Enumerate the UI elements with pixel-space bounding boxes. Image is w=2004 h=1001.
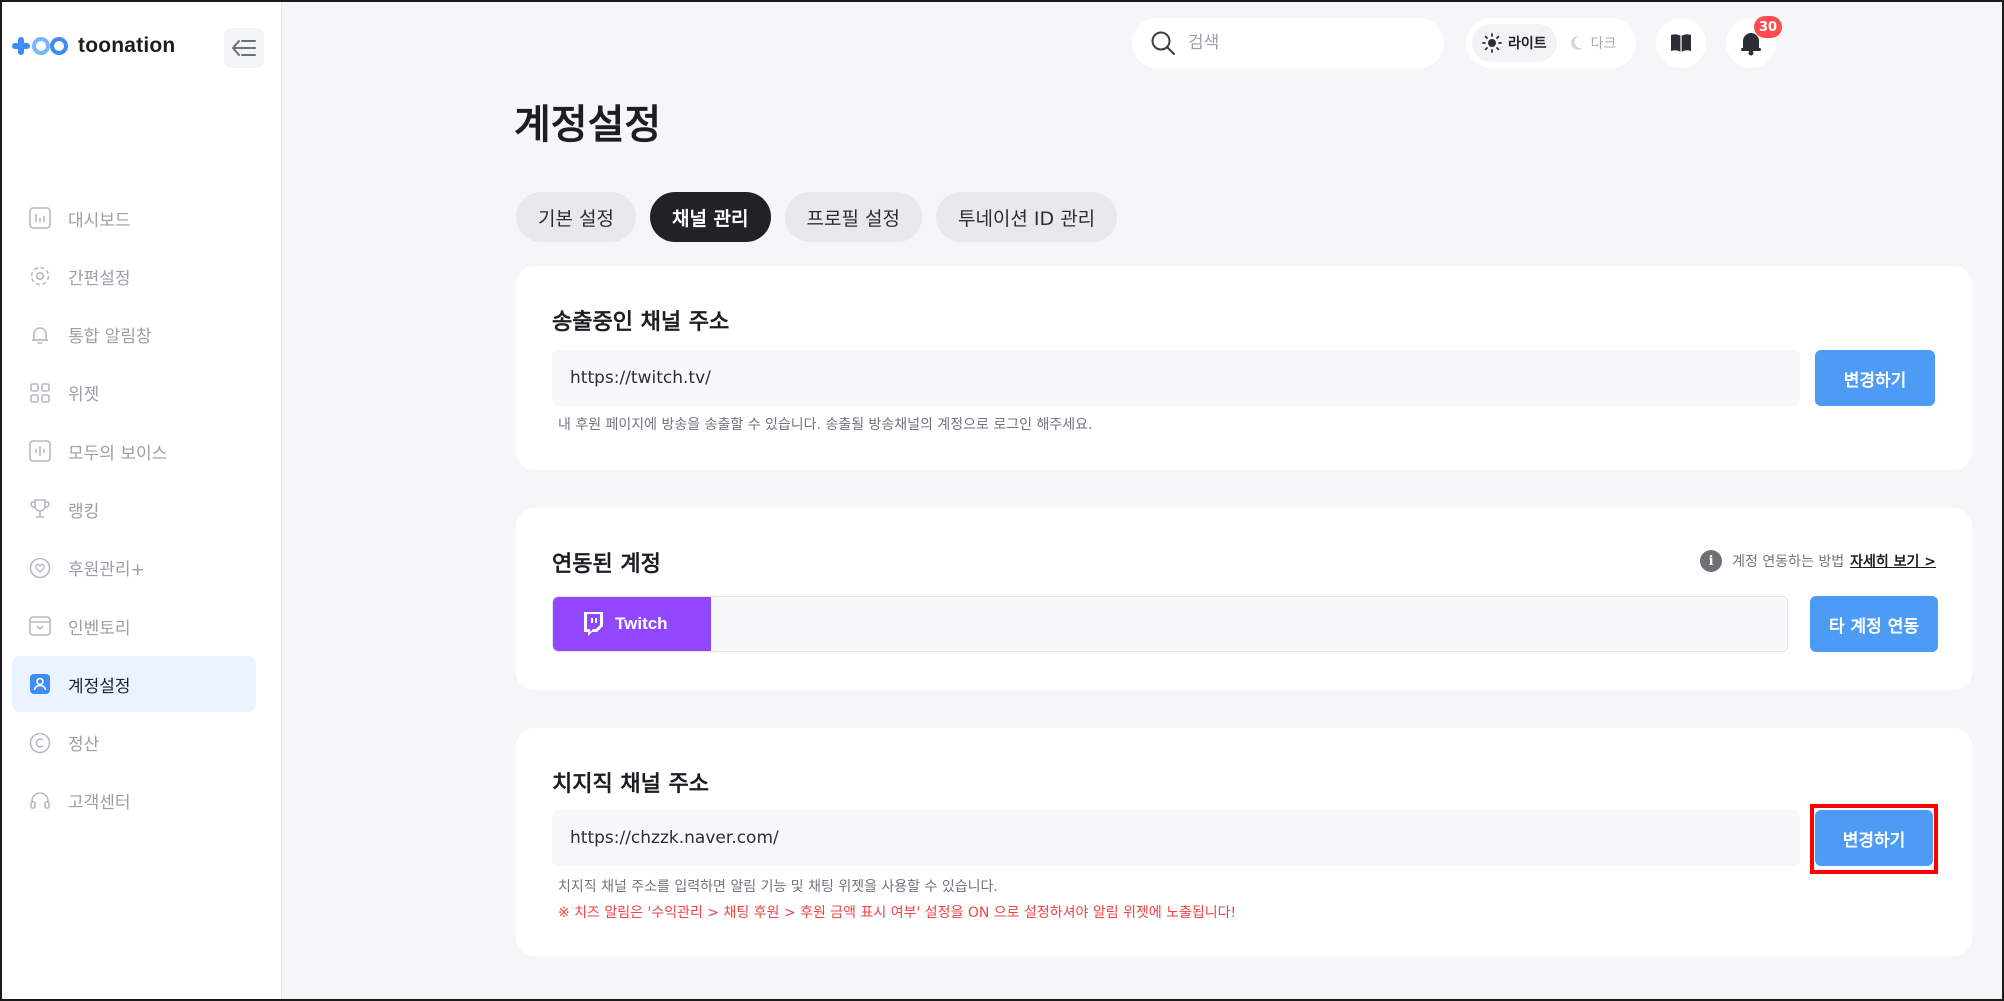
theme-light-option[interactable]: 라이트 <box>1472 24 1557 62</box>
brand-name: toonation <box>78 34 176 57</box>
logo[interactable]: toonation <box>12 34 175 58</box>
grid-icon <box>28 381 52 405</box>
howto-text: 계정 연동하는 방법 <box>1732 554 1845 570</box>
change-broadcast-button[interactable]: 변경하기 <box>1815 350 1935 406</box>
inventory-icon <box>28 614 52 638</box>
user-icon <box>28 672 52 696</box>
link-howto: i 계정 연동하는 방법 자세히 보기 > <box>1700 550 1936 572</box>
twitch-account-tag[interactable]: Twitch <box>553 597 711 651</box>
heart-icon <box>28 556 52 580</box>
sidebar-item-donations[interactable]: 후원관리+ <box>12 540 256 596</box>
broadcast-help-text: 내 후원 페이지에 방송을 송출할 수 있습니다. 송출될 방송채널의 계정으로… <box>558 417 1093 433</box>
tab-channel-management[interactable]: 채널 관리 <box>649 192 771 242</box>
theme-toggle: 라이트 다크 <box>1466 18 1636 68</box>
linked-accounts-card: 연동된 계정 i 계정 연동하는 방법 자세히 보기 > Twitch 타 계정… <box>516 508 1972 690</box>
sidebar-nav: 대시보드 간편설정 통합 알림창 위젯 모두의 보이스 랭킹 후원관리+ 인벤토… <box>12 190 256 831</box>
search-icon <box>1151 31 1175 55</box>
collapse-sidebar-button[interactable] <box>224 28 264 68</box>
sidebar: toonation 대시보드 간편설정 통합 알림창 위젯 모두의 보이스 랭킹… <box>2 2 282 999</box>
twitch-icon <box>584 612 603 636</box>
sun-icon <box>1482 33 1502 53</box>
headset-icon <box>28 789 52 813</box>
guide-book-button[interactable] <box>1656 18 1706 68</box>
trophy-icon <box>28 497 52 521</box>
sidebar-item-label: 고객센터 <box>68 793 131 814</box>
info-icon: i <box>1700 550 1723 572</box>
sidebar-item-label: 통합 알림창 <box>68 327 152 348</box>
sidebar-item-account-settings[interactable]: 계정설정 <box>12 656 256 713</box>
sidebar-item-settlement[interactable]: 정산 <box>12 715 256 771</box>
tab-profile-settings[interactable]: 프로필 설정 <box>784 192 922 242</box>
sidebar-item-widget[interactable]: 위젯 <box>12 365 256 421</box>
bell-icon <box>28 323 52 347</box>
sidebar-item-ranking[interactable]: 랭킹 <box>12 481 256 537</box>
sidebar-item-label: 간편설정 <box>68 268 131 289</box>
theme-dark-label: 다크 <box>1590 36 1617 52</box>
settings-tabs: 기본 설정 채널 관리 프로필 설정 투네이션 ID 관리 <box>516 192 1118 242</box>
change-chzzk-button[interactable]: 변경하기 <box>1815 810 1933 866</box>
sidebar-item-label: 모두의 보이스 <box>68 443 168 464</box>
moon-icon <box>1570 35 1583 50</box>
sidebar-item-label: 대시보드 <box>68 210 131 231</box>
notifications-button[interactable]: 30 <box>1726 16 1783 68</box>
theme-dark-option[interactable]: 다크 <box>1557 24 1627 62</box>
chzzk-channel-card: 치지직 채널 주소 https://chzzk.naver.com/ 변경하기 … <box>516 728 1972 956</box>
sidebar-item-label: 계정설정 <box>68 676 131 697</box>
twitch-label: Twitch <box>615 614 668 633</box>
tab-toonation-id[interactable]: 투네이션 ID 관리 <box>935 192 1118 242</box>
page-title: 계정설정 <box>514 102 662 148</box>
link-other-account-button[interactable]: 타 계정 연동 <box>1810 596 1938 652</box>
search-bar[interactable] <box>1132 18 1444 68</box>
chzzk-help-text: 치지직 채널 주소를 입력하면 알림 기능 및 채팅 위젯을 사용할 수 있습니… <box>558 879 998 895</box>
collapse-icon <box>232 40 256 56</box>
card-title: 송출중인 채널 주소 <box>552 310 730 335</box>
sidebar-item-voice[interactable]: 모두의 보이스 <box>12 423 256 479</box>
chzzk-url-value: https://chzzk.naver.com/ <box>570 828 779 848</box>
voice-icon <box>28 439 52 463</box>
sidebar-item-quick-settings[interactable]: 간편설정 <box>12 248 256 304</box>
details-link[interactable]: 자세히 보기 > <box>1850 551 1936 571</box>
chart-icon <box>28 206 52 230</box>
sidebar-item-label: 정산 <box>68 735 100 756</box>
theme-light-label: 라이트 <box>1508 36 1547 52</box>
chzzk-url-field[interactable]: https://chzzk.naver.com/ <box>552 810 1800 866</box>
chzzk-warning-text: ※ 치즈 알림은 '수익관리 > 채팅 후원 > 후원 금액 표시 여부' 설정… <box>558 905 1237 921</box>
sidebar-item-label: 랭킹 <box>68 501 100 522</box>
copyright-icon <box>28 731 52 755</box>
tab-basic-settings[interactable]: 기본 설정 <box>516 192 636 242</box>
sidebar-item-support[interactable]: 고객센터 <box>12 773 256 829</box>
sidebar-item-alerts[interactable]: 통합 알림창 <box>12 307 256 363</box>
sidebar-item-inventory[interactable]: 인벤토리 <box>12 598 256 654</box>
broadcast-url-value: https://twitch.tv/ <box>570 368 711 388</box>
toonation-logo-icon <box>12 34 70 58</box>
sidebar-item-dashboard[interactable]: 대시보드 <box>12 190 256 246</box>
search-input[interactable] <box>1188 33 1418 53</box>
card-title: 치지직 채널 주소 <box>552 772 709 797</box>
card-title: 연동된 계정 <box>552 552 661 577</box>
broadcast-channel-card: 송출중인 채널 주소 https://twitch.tv/ 변경하기 내 후원 … <box>516 266 1972 470</box>
linked-account-field: Twitch <box>552 596 1788 652</box>
gear-icon <box>28 264 52 288</box>
book-icon <box>1671 34 1691 52</box>
sidebar-item-label: 후원관리+ <box>68 560 145 581</box>
notification-count-badge: 30 <box>1754 16 1783 38</box>
sidebar-item-label: 위젯 <box>68 385 100 406</box>
broadcast-url-field[interactable]: https://twitch.tv/ <box>552 350 1800 406</box>
sidebar-item-label: 인벤토리 <box>68 618 131 639</box>
